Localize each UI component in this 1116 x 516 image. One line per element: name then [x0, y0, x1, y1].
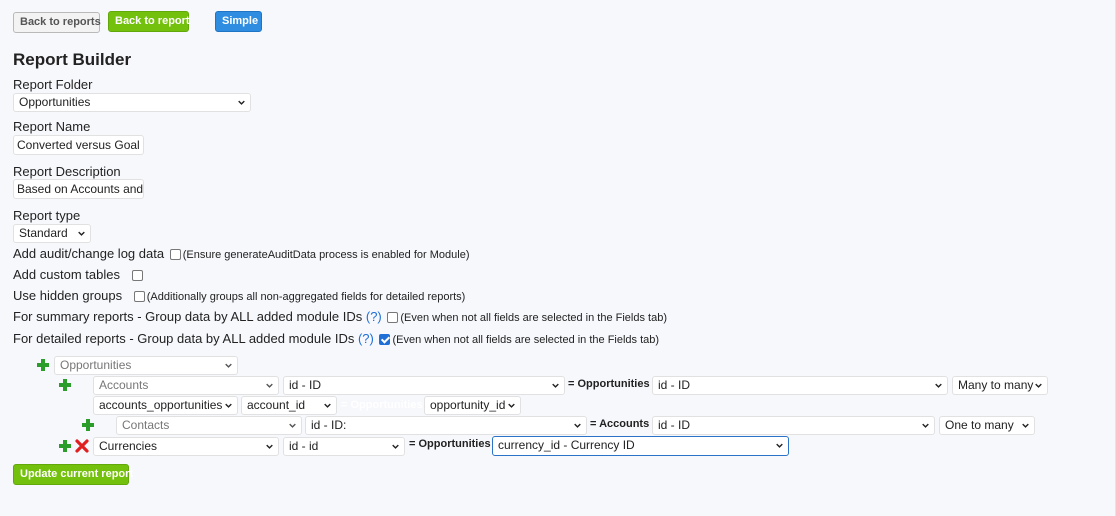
currencies-target-field-value: currency_id - Currency ID [498, 438, 635, 452]
hidden-groups-note: (Additionally groups all non-aggregated … [146, 291, 466, 303]
summary-group-checkbox[interactable] [387, 312, 399, 323]
accounts-module-value: Accounts [99, 378, 149, 392]
chevron-down-icon [238, 100, 245, 105]
chevron-down-icon [935, 383, 942, 388]
report-description-input[interactable]: Based on Accounts and [13, 179, 144, 199]
chevron-down-icon [324, 403, 331, 408]
contacts-target-field-value: id - ID [658, 418, 691, 432]
detailed-group-checkbox[interactable] [379, 334, 391, 345]
chevron-down-icon [1022, 423, 1029, 428]
add-module-plus-icon[interactable] [58, 378, 72, 392]
accounts-module-select: Accounts [93, 376, 279, 395]
join-right-field-value: opportunity_id [430, 398, 506, 412]
chevron-down-icon [225, 363, 232, 368]
add-module-plus-icon[interactable] [81, 418, 95, 432]
report-type-value: Standard [19, 226, 68, 240]
currencies-module-select[interactable]: Currencies [93, 437, 279, 456]
detailed-group-option-row: For detailed reports - Group data by ALL… [13, 331, 659, 346]
audit-note: (Ensure generateAuditData process is ena… [182, 249, 470, 261]
chevron-down-icon [508, 403, 515, 408]
report-description-label: Report Description [13, 164, 121, 179]
add-module-plus-icon[interactable] [58, 439, 72, 453]
accounts-target-field-select[interactable]: id - ID [652, 376, 948, 395]
chevron-down-icon [922, 423, 929, 428]
contacts-equals-label: = Accounts [590, 418, 650, 430]
chevron-down-icon [776, 443, 783, 448]
accounts-relationship-select[interactable]: Many to many [952, 376, 1048, 395]
contacts-module-value: Contacts [122, 418, 170, 432]
chevron-down-icon [225, 403, 232, 408]
chevron-down-icon [1035, 383, 1042, 388]
custom-tables-label: Add custom tables [13, 267, 120, 282]
simple-mode-button[interactable]: Simple [215, 11, 262, 32]
accounts-field-select[interactable]: id - ID [283, 376, 565, 395]
report-name-input[interactable]: Converted versus Goal I [13, 135, 144, 155]
contacts-relationship-value: One to many [945, 418, 1014, 432]
update-current-report-button[interactable]: Update current report [13, 464, 133, 485]
audit-checkbox[interactable] [169, 249, 181, 260]
chevron-down-icon [392, 444, 399, 449]
currencies-field-select[interactable]: id - id [283, 437, 405, 456]
currencies-equals-label: = Opportunities [409, 438, 491, 450]
chevron-down-icon [78, 231, 85, 236]
contacts-field-value: id - ID: [311, 418, 347, 432]
join-left-field-select[interactable]: account_id [241, 396, 337, 415]
currencies-field-value: id - id [289, 439, 319, 453]
currencies-module-value: Currencies [99, 439, 158, 453]
currencies-target-field-select[interactable]: currency_id - Currency ID [492, 436, 789, 456]
back-to-report-button[interactable]: Back to report [108, 11, 190, 32]
custom-tables-option-row: Add custom tables [13, 267, 145, 282]
join-table-value: accounts_opportunities [99, 398, 223, 412]
contacts-field-select[interactable]: id - ID: [305, 416, 587, 435]
join-right-field-select[interactable]: opportunity_id [424, 396, 521, 415]
report-folder-label: Report Folder [13, 77, 93, 92]
root-module-value: Opportunities [60, 358, 132, 372]
contacts-relationship-select[interactable]: One to many [939, 416, 1035, 435]
audit-option-row: Add audit/change log data (Ensure genera… [13, 246, 469, 261]
remove-module-x-icon[interactable] [75, 439, 89, 453]
join-left-field-value: account_id [247, 398, 306, 412]
summary-group-help-link[interactable]: (?) [366, 309, 382, 324]
contacts-target-field-select[interactable]: id - ID [652, 416, 935, 435]
chevron-down-icon [266, 444, 273, 449]
report-name-label: Report Name [13, 119, 91, 134]
report-folder-select[interactable]: Opportunities [13, 93, 251, 112]
page-title: Report Builder [13, 50, 132, 69]
hidden-groups-option-row: Use hidden groups (Additionally groups a… [13, 288, 465, 303]
join-table-select[interactable]: accounts_opportunities [93, 396, 238, 415]
chevron-down-icon [289, 423, 296, 428]
summary-group-label: For summary reports - Group data by ALL … [13, 309, 363, 324]
accounts-relationship-value: Many to many [958, 378, 1034, 392]
report-type-select[interactable]: Standard [13, 224, 91, 243]
chevron-down-icon [266, 383, 273, 388]
summary-group-note: (Even when not all fields are selected i… [400, 312, 667, 324]
custom-tables-checkbox[interactable] [131, 270, 143, 281]
hidden-groups-checkbox[interactable] [133, 291, 145, 302]
report-folder-value: Opportunities [19, 95, 91, 109]
audit-option-label: Add audit/change log data [13, 246, 165, 261]
contacts-module-select: Contacts [116, 416, 302, 435]
chevron-down-icon [574, 423, 581, 428]
root-module-select: Opportunities [54, 356, 238, 375]
accounts-equals-label: = Opportunities [568, 378, 650, 390]
detailed-group-note: (Even when not all fields are selected i… [392, 334, 660, 346]
join-equals-label: = Opportunities [341, 399, 423, 411]
add-module-plus-icon[interactable] [36, 358, 50, 372]
hidden-groups-label: Use hidden groups [13, 288, 123, 303]
accounts-target-field-value: id - ID [658, 378, 691, 392]
chevron-down-icon [552, 383, 559, 388]
report-type-label: Report type [13, 208, 81, 223]
detailed-group-label: For detailed reports - Group data by ALL… [13, 331, 355, 346]
back-to-reports-button[interactable]: Back to reports [13, 12, 101, 33]
detailed-group-help-link[interactable]: (?) [358, 331, 374, 346]
accounts-field-value: id - ID [289, 378, 322, 392]
summary-group-option-row: For summary reports - Group data by ALL … [13, 309, 667, 324]
